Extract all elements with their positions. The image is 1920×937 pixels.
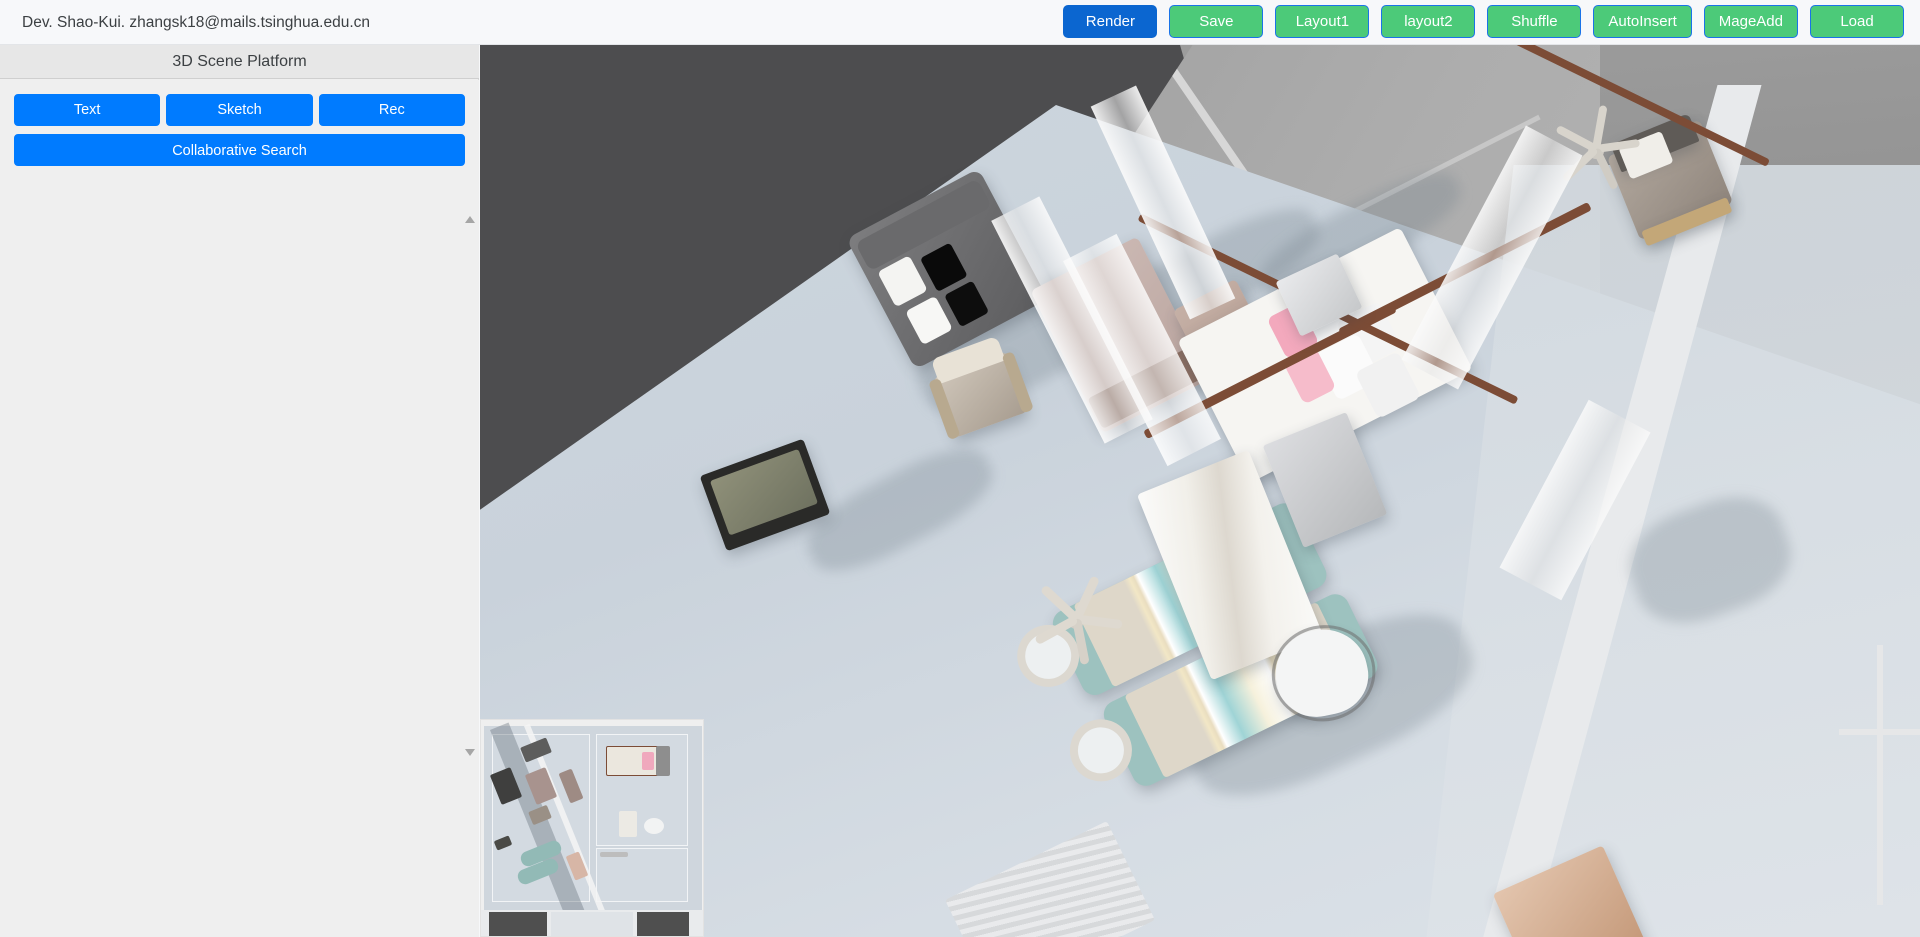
collaborative-search-button[interactable]: Collaborative Search: [14, 134, 465, 166]
thumbnail-3[interactable]: [637, 912, 689, 936]
save-button[interactable]: Save: [1169, 5, 1264, 38]
minimap-object: [642, 752, 654, 770]
minimap-object: [656, 746, 670, 776]
chevron-up-icon[interactable]: [465, 215, 475, 223]
fan-blade: [1072, 618, 1090, 666]
minimap-plan[interactable]: [484, 722, 702, 926]
render-button[interactable]: Render: [1063, 5, 1158, 38]
sketch-mode-button[interactable]: Sketch: [166, 94, 313, 126]
minimap-object: [644, 818, 664, 834]
layout1-button[interactable]: Layout1: [1275, 5, 1370, 38]
mageadd-button[interactable]: MageAdd: [1703, 5, 1798, 38]
thumbnail-2[interactable]: [551, 912, 633, 936]
autoinsert-button[interactable]: AutoInsert: [1593, 5, 1692, 38]
thumbnail-1[interactable]: [489, 912, 547, 936]
chevron-down-icon[interactable]: [465, 749, 475, 757]
sidebar-results-area: [0, 205, 479, 757]
sidebar-scrollbar[interactable]: [462, 213, 478, 759]
toolbar-actions: Render Save Layout1 layout2 Shuffle Auto…: [1063, 5, 1904, 38]
minimap-object: [619, 811, 637, 837]
load-button[interactable]: Load: [1810, 5, 1904, 38]
shuffle-button[interactable]: Shuffle: [1487, 5, 1582, 38]
minimap-thumbnail-strip[interactable]: [481, 910, 703, 936]
fan-blade: [1075, 614, 1123, 630]
sidebar-header: 3D Scene Platform: [0, 45, 479, 79]
minimap-object: [600, 852, 628, 857]
layout2-button[interactable]: layout2: [1381, 5, 1476, 38]
top-bar: Dev. Shao-Kui. zhangsk18@mails.tsinghua.…: [0, 0, 1920, 45]
text-mode-button[interactable]: Text: [14, 94, 161, 126]
left-sidebar: 3D Scene Platform Text Sketch Rec Collab…: [0, 45, 479, 937]
ceiling-fan[interactable]: [1020, 565, 1130, 675]
sheer-canopy-curtain: [1401, 125, 1583, 390]
fan-blade: [1039, 584, 1080, 623]
3d-scene-viewport[interactable]: [480, 45, 1920, 937]
floor-lamp[interactable]: [1835, 645, 1920, 935]
user-identity-label: Dev. Shao-Kui. zhangsk18@mails.tsinghua.…: [22, 14, 371, 31]
rec-mode-button[interactable]: Rec: [318, 94, 465, 126]
scene-minimap[interactable]: [480, 719, 704, 937]
page-title: 3D Scene Platform: [172, 52, 307, 70]
mode-button-row: Text Sketch Rec: [14, 94, 465, 126]
